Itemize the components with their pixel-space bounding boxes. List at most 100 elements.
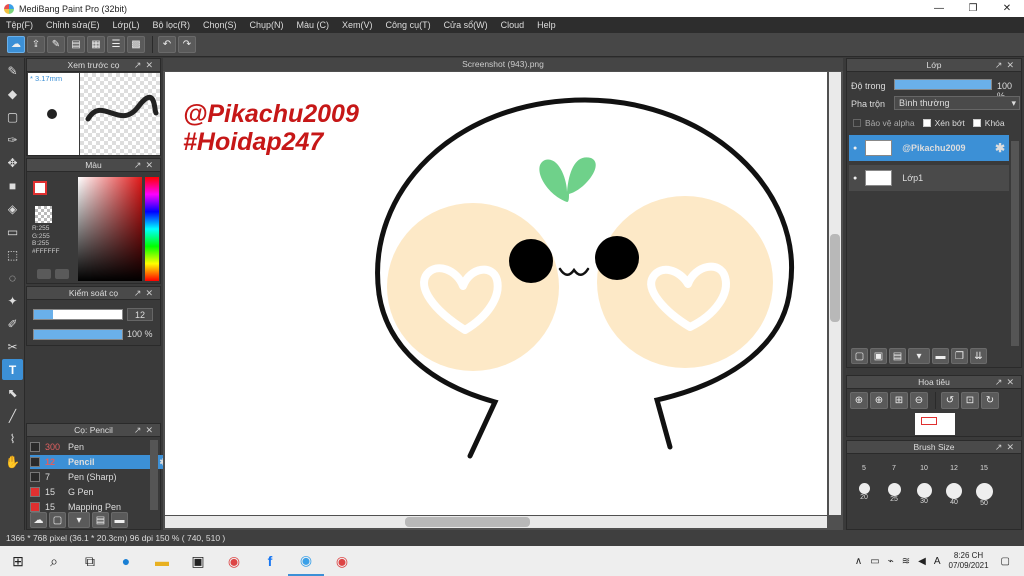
hand-tool-icon[interactable]: ✋ [2, 451, 23, 472]
menu-select[interactable]: Chọn(S) [203, 20, 237, 30]
facebook-icon[interactable]: f [252, 546, 288, 576]
brush-size-cell[interactable]: 30 [909, 483, 939, 505]
merge-layer-icon[interactable]: ⇊ [970, 348, 987, 364]
brush-opacity-slider[interactable] [33, 329, 123, 340]
chrome-2-icon[interactable]: ◉ [324, 546, 360, 576]
fill-rect-tool-icon[interactable]: ■ [2, 175, 23, 196]
brush-item[interactable]: 300 Pen [30, 440, 170, 454]
message-icon[interactable]: ▤ [67, 36, 85, 53]
transparent-color-swatch[interactable] [35, 206, 52, 223]
select-pen-icon[interactable]: ✐ [2, 313, 23, 334]
duplicate-layer-icon[interactable]: ❐ [951, 348, 968, 364]
task-view-icon[interactable]: ⧉ [72, 546, 108, 576]
medibang-taskbar-icon[interactable]: ◉ [288, 546, 324, 576]
brush-item[interactable]: 12Pencil✱ [30, 455, 170, 469]
visibility-icon[interactable]: ● [853, 145, 857, 152]
rotate-right-icon[interactable]: ↻ [981, 392, 999, 409]
search-icon[interactable]: ⌕ [36, 546, 72, 576]
eyedropper-tool-icon[interactable]: ⌇ [2, 428, 23, 449]
foreground-color-swatch[interactable] [33, 181, 47, 195]
menu-help[interactable]: Help [537, 20, 556, 30]
brush-size-cell[interactable]: 50 [969, 483, 999, 507]
brush-size-cell[interactable]: 12 [939, 465, 969, 472]
brush-size-cell[interactable]: 40 [939, 483, 969, 506]
close-button[interactable]: ✕ [990, 0, 1024, 17]
layer-opacity-slider[interactable] [894, 79, 992, 90]
saturation-value-picker[interactable] [78, 177, 142, 281]
brush-item[interactable]: 15 G Pen [30, 485, 170, 499]
menu-window[interactable]: Cửa sổ(W) [444, 20, 488, 30]
hue-slider[interactable] [145, 177, 159, 281]
notifications-icon[interactable]: ▢ [1001, 556, 1010, 567]
rect-tool-icon[interactable]: ▢ [2, 106, 23, 127]
document-tab[interactable]: Screenshot (943).png [163, 58, 843, 71]
lasso-tool-icon[interactable]: ◌ [2, 267, 23, 288]
operation-tool-icon[interactable]: ⬉ [2, 382, 23, 403]
brush-size-value[interactable]: 12 [127, 308, 153, 321]
fit-icon[interactable]: ⊞ [890, 392, 908, 409]
menu-layer[interactable]: Lớp(L) [113, 20, 140, 30]
menu-filter[interactable]: Bộ lọc(R) [152, 20, 190, 30]
vertical-scrollbar[interactable] [829, 72, 841, 515]
usb-icon[interactable]: ⌁ [888, 556, 894, 567]
new-1bit-layer-icon[interactable]: ▤ [889, 348, 906, 364]
new-brush-icon[interactable]: ▢ [49, 512, 66, 528]
protect-alpha-checkbox[interactable] [853, 119, 861, 127]
document-canvas[interactable]: @Pikachu2009 #Hoidap247 [165, 72, 827, 515]
magic-wand-tool-icon[interactable]: ✦ [2, 290, 23, 311]
brush-tool-icon[interactable]: ✎ [2, 60, 23, 81]
palette-button-icon[interactable] [55, 269, 69, 279]
menu-view[interactable]: Xem(V) [342, 20, 373, 30]
minimize-button[interactable]: — [922, 0, 956, 17]
brush-size-cell[interactable]: 5 [849, 465, 879, 472]
wifi-icon[interactable]: ≋ [902, 556, 910, 567]
brush-settings-icon[interactable]: ▤ [92, 512, 109, 528]
brush-item[interactable]: 7 Pen (Sharp) [30, 470, 170, 484]
layer-row[interactable]: ● @Pikachu2009 ✱ [849, 135, 1009, 161]
new-halftone-layer-icon[interactable]: ▣ [870, 348, 887, 364]
start-icon[interactable]: ⊞ [0, 546, 36, 576]
language-icon[interactable]: A [934, 556, 941, 567]
menu-tools[interactable]: Công cụ(T) [386, 20, 431, 30]
visibility-icon[interactable]: ● [853, 175, 857, 182]
clipping-checkbox[interactable] [922, 119, 931, 127]
list-icon[interactable]: ☰ [107, 36, 125, 53]
navigator-thumbnail[interactable] [915, 413, 955, 435]
comment-icon[interactable]: ✎ [47, 36, 65, 53]
volume-icon[interactable]: ◀ [918, 556, 926, 567]
undo-icon[interactable]: ↶ [158, 36, 176, 53]
chevron-up-icon[interactable]: ∧ [855, 556, 862, 567]
brush-size-cell[interactable]: 20 [849, 483, 879, 501]
file-explorer-icon[interactable]: ▬ [144, 546, 180, 576]
layer-row[interactable]: ● Lớp1 [849, 165, 1009, 191]
brush-folder-icon[interactable]: ▬ [111, 512, 128, 528]
battery-icon[interactable]: ▭ [870, 556, 879, 567]
chrome-icon[interactable]: ◉ [216, 546, 252, 576]
horizontal-scrollbar[interactable] [165, 516, 827, 528]
brush-list-scrollbar[interactable] [150, 440, 158, 510]
layer-folder-icon[interactable]: ▬ [932, 348, 949, 364]
text-tool-icon[interactable]: T [2, 359, 23, 380]
brush-size-cell[interactable]: 10 [909, 465, 939, 472]
move-tool-icon[interactable]: ✥ [2, 152, 23, 173]
document-icon[interactable]: ▦ [87, 36, 105, 53]
zoom-in-icon[interactable]: ⊕ [850, 392, 868, 409]
add-layer-menu-icon[interactable]: ▾ [908, 348, 930, 364]
menu-file[interactable]: Tệp(F) [6, 20, 33, 30]
flip-icon[interactable]: ⊡ [961, 392, 979, 409]
dot-tool-icon[interactable]: ✑ [2, 129, 23, 150]
menu-color[interactable]: Màu (C) [297, 20, 330, 30]
bucket-tool-icon[interactable]: ◈ [2, 198, 23, 219]
brush-size-cell[interactable]: 7 [879, 465, 909, 472]
add-brush-icon[interactable]: ☁ [30, 512, 47, 528]
lock-checkbox[interactable] [972, 119, 981, 127]
redo-icon[interactable]: ↷ [178, 36, 196, 53]
select-tool-icon[interactable]: ⬚ [2, 244, 23, 265]
divide-tool-icon[interactable]: ╱ [2, 405, 23, 426]
clock[interactable]: 8:26 CH 07/09/2021 [949, 551, 989, 571]
layer-list-scrollbar[interactable] [1011, 141, 1019, 346]
brush-menu-icon[interactable]: ▾ [68, 512, 90, 528]
gradient-tool-icon[interactable]: ▭ [2, 221, 23, 242]
maximize-button[interactable]: ❐ [956, 0, 990, 17]
zoom-in-2-icon[interactable]: ⊕ [870, 392, 888, 409]
